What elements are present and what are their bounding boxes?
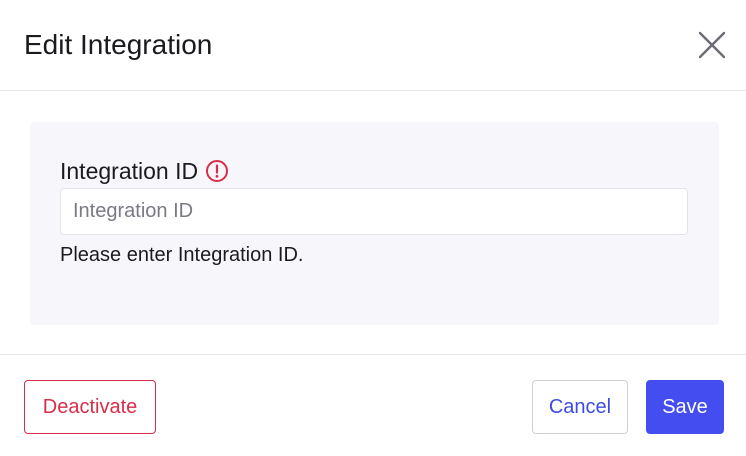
validation-message: Please enter Integration ID.	[60, 244, 304, 266]
dialog-footer: Deactivate Cancel Save	[0, 354, 746, 456]
field-label-row: Integration ID	[60, 156, 229, 186]
close-icon	[698, 31, 726, 59]
save-button[interactable]: Save	[646, 380, 724, 434]
deactivate-button[interactable]: Deactivate	[24, 380, 156, 434]
alert-circle-icon	[206, 160, 229, 182]
integration-id-label: Integration ID	[60, 158, 199, 184]
dialog-title: Edit Integration	[24, 29, 213, 60]
form-panel: Integration ID Please enter Integration …	[30, 122, 719, 325]
cancel-button[interactable]: Cancel	[532, 380, 628, 434]
edit-integration-dialog: Edit Integration Integration ID Please e…	[0, 0, 746, 456]
integration-id-input[interactable]	[60, 188, 688, 235]
close-button[interactable]	[696, 29, 728, 61]
dialog-header: Edit Integration	[0, 0, 746, 91]
